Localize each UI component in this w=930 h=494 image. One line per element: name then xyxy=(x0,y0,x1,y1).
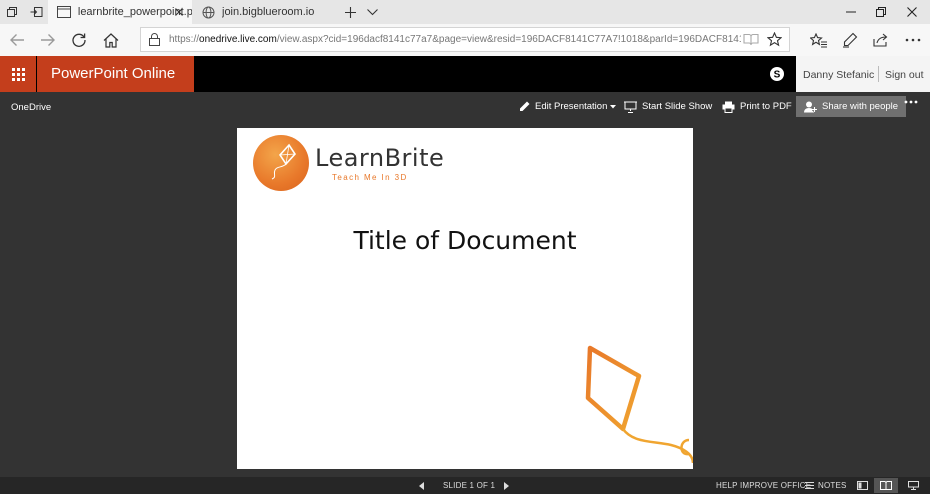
browser-tab-strip: learnbrite_powerpoint.p join.bigblueroom… xyxy=(0,0,930,24)
forward-arrow-icon[interactable] xyxy=(35,27,61,53)
help-improve-office-link[interactable]: HELP IMPROVE OFFICE xyxy=(716,477,811,494)
user-name[interactable]: Danny Stefanic xyxy=(803,69,874,81)
lock-icon[interactable] xyxy=(149,33,160,46)
more-icon[interactable] xyxy=(904,100,918,104)
slideshow-icon xyxy=(624,101,637,113)
logo-tagline: Teach Me In 3D xyxy=(332,173,408,182)
notes-icon xyxy=(805,482,814,489)
tab-actions-icon[interactable] xyxy=(0,0,24,24)
page-icon xyxy=(56,4,72,20)
kite-decoration xyxy=(585,345,693,464)
more-icon[interactable] xyxy=(900,27,926,53)
slide-title[interactable]: Title of Document xyxy=(237,226,693,255)
start-slide-show-button[interactable]: Start Slide Show xyxy=(624,96,712,117)
refresh-icon[interactable] xyxy=(66,27,92,53)
svg-text:S: S xyxy=(774,70,781,81)
logo-wordmark: LearnBrite xyxy=(315,144,445,172)
minimize-icon[interactable] xyxy=(836,0,866,24)
person-add-icon xyxy=(804,101,817,112)
print-to-pdf-label: Print to PDF xyxy=(740,101,792,112)
slide-canvas[interactable]: LearnBrite Teach Me In 3D Title of Docum… xyxy=(237,128,693,469)
globe-icon xyxy=(200,4,216,20)
next-slide-icon[interactable] xyxy=(504,477,509,494)
url-scheme: https:// xyxy=(169,34,200,45)
share-with-people-label: Share with people xyxy=(822,101,899,112)
skype-icon[interactable]: S xyxy=(760,56,794,92)
share-icon[interactable] xyxy=(868,27,894,53)
tab-title: join.bigblueroom.io xyxy=(222,6,315,18)
printer-icon xyxy=(722,101,735,113)
start-slide-show-label: Start Slide Show xyxy=(642,101,713,112)
prev-slide-icon[interactable] xyxy=(419,477,424,494)
tab-learnbrite[interactable]: learnbrite_powerpoint.p xyxy=(48,0,192,24)
normal-view-icon[interactable] xyxy=(850,478,874,493)
notes-label: NOTES xyxy=(818,481,847,490)
app-name[interactable]: PowerPoint Online xyxy=(37,56,194,92)
reading-view-icon[interactable] xyxy=(743,33,759,46)
maximize-icon[interactable] xyxy=(866,0,896,24)
tab-bigblueroom[interactable]: join.bigblueroom.io xyxy=(192,0,336,24)
edit-presentation-button[interactable]: Edit Presentation xyxy=(519,96,617,117)
office-app-header: PowerPoint Online S Danny Stefanic Sign … xyxy=(0,56,930,92)
new-tab-icon[interactable] xyxy=(338,0,362,24)
close-icon[interactable] xyxy=(172,5,186,19)
window-close-icon[interactable] xyxy=(897,0,927,24)
sign-out-link[interactable]: Sign out xyxy=(885,69,924,81)
url-host: onedrive.live.com xyxy=(199,34,277,45)
pen-icon[interactable] xyxy=(837,27,863,53)
reading-view-icon[interactable] xyxy=(874,478,898,493)
url-path: /view.aspx?cid=196dacf8141c77a7&page=vie… xyxy=(276,34,741,45)
print-to-pdf-button[interactable]: Print to PDF xyxy=(722,96,792,117)
slideshow-view-icon[interactable] xyxy=(901,478,925,493)
home-icon[interactable] xyxy=(98,27,124,53)
notes-button[interactable]: NOTES xyxy=(805,477,847,494)
chevron-down-icon xyxy=(610,104,617,108)
kite-icon xyxy=(271,143,297,180)
chevron-down-icon[interactable] xyxy=(360,0,384,24)
breadcrumb-onedrive[interactable]: OneDrive xyxy=(11,102,51,113)
learnbrite-logo-mark xyxy=(253,135,309,191)
favorites-icon[interactable] xyxy=(806,27,832,53)
browser-nav-bar: https://onedrive.live.com/view.aspx?cid=… xyxy=(0,24,930,56)
star-icon[interactable] xyxy=(767,32,782,47)
command-bar: OneDrive Edit Presentation Start Slide S… xyxy=(0,92,930,121)
share-with-people-button[interactable]: Share with people xyxy=(796,96,907,117)
edit-presentation-label: Edit Presentation xyxy=(535,101,608,112)
divider xyxy=(878,66,879,82)
back-arrow-icon[interactable] xyxy=(4,27,30,53)
set-aside-icon[interactable] xyxy=(24,0,48,24)
url-text[interactable]: https://onedrive.live.com/view.aspx?cid=… xyxy=(169,34,741,45)
slide-indicator: SLIDE 1 OF 1 xyxy=(443,481,496,490)
pencil-icon xyxy=(520,101,530,111)
slide-stage: LearnBrite Teach Me In 3D Title of Docum… xyxy=(0,121,930,477)
waffle-icon[interactable] xyxy=(0,56,36,92)
status-bar: SLIDE 1 OF 1 HELP IMPROVE OFFICE NOTES xyxy=(0,477,930,494)
address-bar[interactable]: https://onedrive.live.com/view.aspx?cid=… xyxy=(140,27,790,52)
user-account: Danny Stefanic Sign out xyxy=(796,56,930,92)
